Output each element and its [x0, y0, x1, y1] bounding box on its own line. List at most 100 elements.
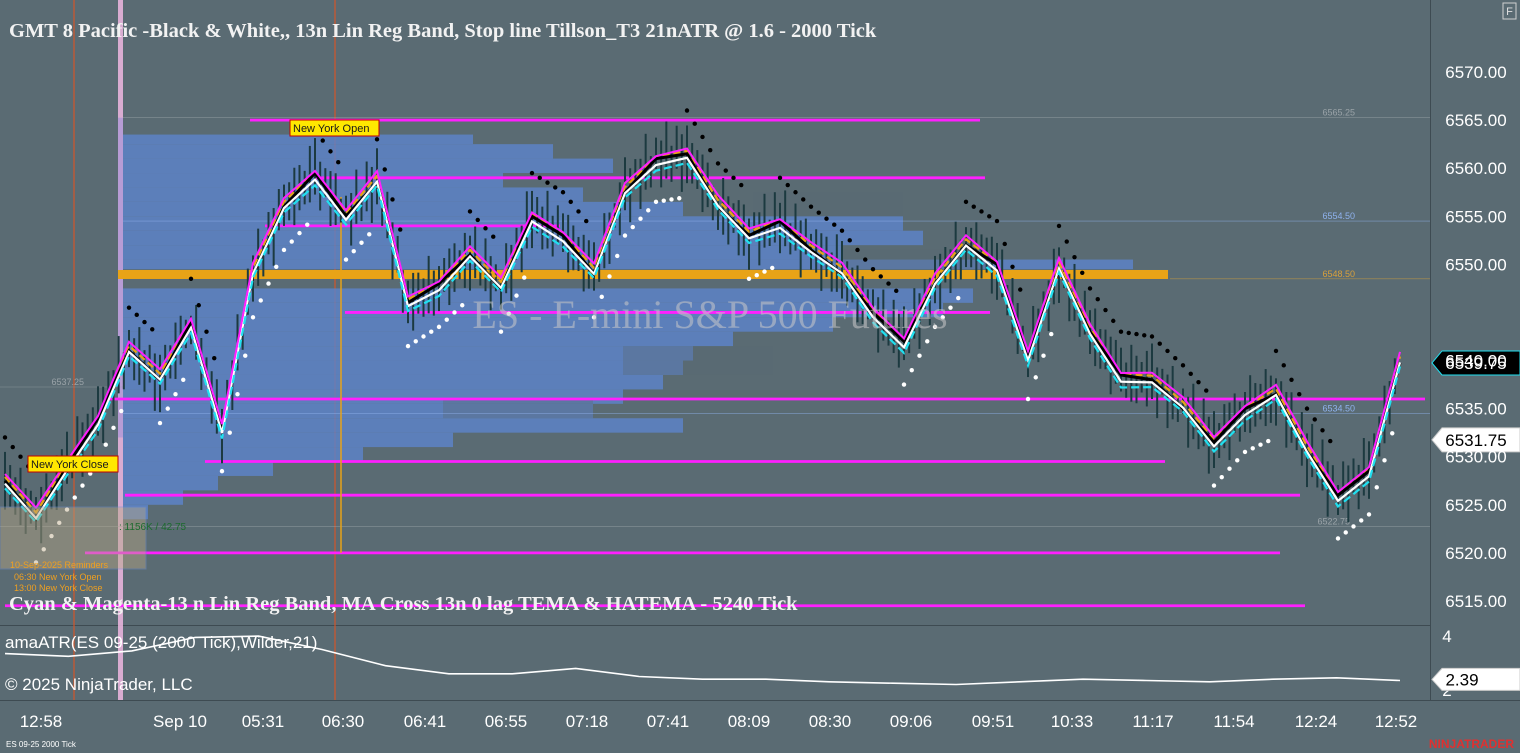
stop-dot — [1312, 417, 1317, 422]
profile-bar-shade — [443, 399, 593, 419]
profile-bar — [123, 461, 273, 476]
price-chart[interactable]: 6565.25 6554.50 6548.50 6534.50 6537.25 6522.… — [0, 0, 1520, 753]
stop-dot — [1211, 483, 1217, 488]
y-tick-label: 6515.00 — [1445, 592, 1506, 611]
x-tick-label: 08:30 — [809, 712, 852, 731]
stop-dot — [1227, 466, 1232, 471]
profile-level-label: 6565.25 — [1322, 108, 1355, 118]
y-tick-label: 6555.00 — [1445, 207, 1506, 226]
profile-bar — [123, 475, 218, 491]
stop-dot — [824, 216, 829, 221]
stop-dot — [111, 425, 116, 431]
stop-dot — [677, 196, 682, 201]
stop-dot — [1149, 334, 1155, 339]
stop-dot — [576, 209, 581, 214]
stop-dot — [1390, 431, 1395, 436]
band-title: Cyan & Magenta-13 n Lin Reg Band, MA Cro… — [9, 593, 798, 615]
stop-dot — [708, 147, 713, 153]
stop-dot — [987, 214, 992, 219]
stop-dot — [715, 161, 721, 166]
stop-dot — [646, 208, 651, 213]
stop-dot — [1258, 442, 1263, 447]
stop-dot — [460, 303, 465, 308]
ny-open-label: New York Open — [289, 119, 380, 137]
stop-dot — [793, 190, 798, 195]
stop-dot — [1335, 536, 1341, 541]
profile-bar-shade — [623, 346, 773, 375]
x-tick-label: 07:18 — [566, 712, 609, 731]
stop-dot — [1056, 223, 1062, 229]
stop-dot — [971, 204, 976, 209]
y-tick-label: 6560.00 — [1445, 159, 1506, 178]
stop-dot — [1165, 348, 1170, 354]
stop-dot — [266, 281, 271, 286]
stop-dot — [770, 265, 775, 271]
svg-text:10-Sep-2025 Reminders: 10-Sep-2025 Reminders — [10, 560, 109, 570]
stop-dot — [630, 224, 635, 230]
x-tick-label: 06:30 — [322, 712, 365, 731]
x-tick-label: Sep 10 — [153, 712, 207, 731]
f-button[interactable]: F — [1502, 2, 1517, 20]
footer-label: ES 09-25 2000 Tick — [6, 740, 77, 749]
stop-dot — [1041, 353, 1046, 358]
stop-dot — [994, 218, 1000, 224]
stop-dot — [963, 199, 969, 205]
y-tick-label: 6535.00 — [1445, 400, 1506, 419]
stop-dot — [684, 108, 690, 113]
stop-dot — [653, 199, 659, 205]
stop-dot — [452, 310, 457, 315]
stop-dot — [320, 138, 325, 143]
stop-dot — [297, 230, 302, 236]
stop-dot — [1025, 396, 1031, 402]
stop-dot — [382, 167, 387, 172]
x-tick-label: 07:41 — [647, 712, 690, 731]
stop-dot — [134, 312, 139, 318]
copyright: © 2025 NinjaTrader, LLC — [5, 675, 193, 694]
stop-dot — [1188, 371, 1193, 376]
stop-dot — [723, 168, 728, 173]
stop-dot — [584, 218, 589, 224]
stop-dot — [1235, 458, 1240, 463]
stop-dot — [405, 343, 411, 349]
stop-dot — [281, 247, 287, 253]
stop-dot — [622, 233, 628, 238]
svg-text:New York Open: New York Open — [293, 123, 369, 135]
stop-dot — [165, 406, 170, 411]
stop-dot — [1142, 333, 1147, 338]
stop-dot — [1095, 297, 1100, 302]
x-tick-label: 06:55 — [485, 712, 528, 731]
svg-text:06:30 New York Open: 06:30 New York Open — [14, 572, 102, 582]
stop-dot — [1204, 388, 1209, 393]
stop-dot — [343, 257, 349, 262]
stop-dot — [1289, 377, 1294, 382]
stop-dot — [863, 257, 868, 262]
stop-dot — [119, 408, 124, 414]
profile-bar — [123, 144, 553, 159]
stop-dot — [351, 248, 356, 254]
atr-value-marker: 2.39 — [1431, 667, 1520, 691]
stop-dot — [289, 239, 294, 244]
stop-dot — [235, 392, 240, 397]
y-tick-label: 6565.00 — [1445, 111, 1506, 130]
stop-dot — [1049, 331, 1054, 337]
stop-dot — [421, 334, 426, 339]
stop-dot — [1033, 375, 1038, 380]
profile-bar — [123, 187, 583, 202]
stop-dot — [537, 175, 542, 181]
stop-dot — [436, 324, 442, 330]
stop-dot — [878, 274, 883, 279]
stop-dot — [374, 137, 380, 142]
x-tick-label: 12:58 — [20, 712, 63, 731]
stop-dot — [367, 232, 372, 237]
stop-dot — [1018, 287, 1023, 292]
stop-dot — [1382, 458, 1387, 463]
y-tick-label: 6550.00 — [1445, 255, 1506, 274]
stop-dot — [1374, 485, 1379, 490]
stop-dot — [692, 121, 697, 126]
stop-dot — [219, 468, 225, 474]
stop-dot — [491, 234, 496, 239]
stop-dot — [925, 339, 930, 344]
stop-dot — [196, 303, 201, 308]
svg-text:New York Close: New York Close — [31, 459, 109, 471]
stop-dot — [560, 190, 566, 195]
